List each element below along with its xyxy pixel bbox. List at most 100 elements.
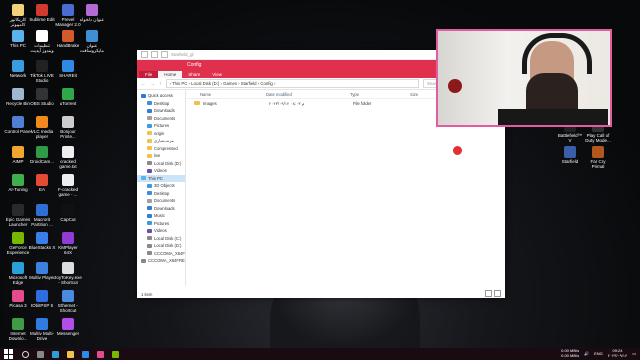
nav-item-icon <box>147 131 152 136</box>
quick-access-icon[interactable] <box>141 51 148 58</box>
desktop-icon-label: Macrorit Partition ... <box>31 217 53 227</box>
store-icon[interactable] <box>82 350 89 358</box>
details-view-icon[interactable] <box>485 290 492 297</box>
clock[interactable]: 09:24 ۲۰۲۳/۰۹/۱۶ <box>608 348 627 358</box>
app-icon <box>62 318 74 330</box>
app-icon[interactable] <box>97 350 104 358</box>
tab-view[interactable]: View <box>206 71 228 78</box>
app-icon <box>12 88 24 100</box>
nav-item-icon <box>147 221 152 226</box>
nav-item[interactable]: Documents <box>137 197 185 205</box>
nav-item-icon <box>147 146 152 151</box>
nav-item[interactable]: Desktop <box>137 100 185 108</box>
nav-item-icon <box>147 213 152 218</box>
tab-file[interactable]: File <box>139 71 159 78</box>
left-icon-28[interactable]: KMPlayer 64X <box>54 232 82 255</box>
address-bar[interactable]: › This PC › Local Disk (D:) › Games › St… <box>165 79 419 88</box>
file-explorer-icon[interactable] <box>67 350 74 358</box>
left-icon-33[interactable]: IObitPSP 5 <box>28 290 56 308</box>
nav-item[interactable]: Quick access <box>137 92 185 100</box>
left-icon-16[interactable]: Bonjour Printe... <box>54 116 82 139</box>
large-icons-view-icon[interactable] <box>494 290 501 297</box>
app-icon <box>36 30 48 42</box>
left-icon-19[interactable]: cracked game.txt <box>54 146 82 169</box>
nav-item-label: Downloads <box>154 108 175 114</box>
nav-item[interactable]: Local Disk (D:) <box>137 160 185 168</box>
nav-item-label: Local Disk (D:) <box>154 243 182 249</box>
left-icon-15[interactable]: VLC media player <box>28 116 56 139</box>
system-tray: 0.00 MB/s 0.00 MB/s 🔊 ENG 09:24 ۲۰۲۳/۰۹/… <box>561 348 636 358</box>
left-icon-37[interactable]: Messenger <box>54 318 82 336</box>
nav-item[interactable]: Compressed <box>137 145 185 153</box>
nav-item[interactable]: CCCOMA_X64FR <box>137 250 185 258</box>
left-icon-27[interactable]: BlueStacks X <box>28 232 56 250</box>
app-icon <box>62 204 74 216</box>
nav-item[interactable]: Music <box>137 212 185 220</box>
nav-item[interactable]: Desktop <box>137 190 185 198</box>
nav-item[interactable]: This PC <box>137 174 185 182</box>
app-icon <box>12 262 24 274</box>
left-icon-22[interactable]: F-cracked game - ... <box>54 174 82 197</box>
right-icon-3[interactable]: Far Cry Primal <box>584 146 612 169</box>
left-icon-7[interactable]: عنوان مایکروسافت <box>78 30 106 53</box>
nav-item[interactable]: Pictures <box>137 220 185 228</box>
col-type[interactable]: Type <box>350 92 410 97</box>
left-icon-3[interactable]: عنوان دلخواه <box>78 4 106 22</box>
search-icon[interactable] <box>22 350 29 358</box>
properties-icon[interactable] <box>151 51 158 58</box>
left-icon-18[interactable]: DroidCam... <box>28 146 56 164</box>
forward-icon[interactable]: → <box>150 81 155 87</box>
up-icon[interactable]: ↑ <box>159 81 162 87</box>
nav-item[interactable]: origin <box>137 130 185 138</box>
left-icon-13[interactable]: uTorrent <box>54 88 82 106</box>
nav-item[interactable]: Videos <box>137 227 185 235</box>
left-icon-5[interactable]: تنظیمات ویندوز آپدیت <box>28 30 56 53</box>
volume-icon[interactable]: 🔊 <box>584 351 589 356</box>
nav-item[interactable]: 3D Objects <box>137 182 185 190</box>
nav-item-icon <box>147 228 152 233</box>
desktop-icon-label: uTorrent <box>59 101 77 106</box>
app-icon <box>12 318 24 330</box>
edge-icon[interactable] <box>52 350 59 358</box>
left-icon-10[interactable]: SHAREit <box>54 60 82 78</box>
left-icon-30[interactable]: Multiv Player <box>28 262 56 280</box>
app-icon <box>62 4 74 16</box>
nav-item[interactable]: live <box>137 152 185 160</box>
notification-icon[interactable]: ▭ <box>632 351 636 356</box>
left-icon-9[interactable]: TikTok LIVE Studio <box>28 60 56 83</box>
nav-item-icon <box>147 123 152 128</box>
app-icon[interactable] <box>112 350 119 358</box>
nav-item[interactable]: Local Disk (C:) <box>137 235 185 243</box>
right-icon-2[interactable]: Starfield <box>556 146 584 164</box>
left-icon-25[interactable]: CapCut <box>54 204 82 222</box>
headphones-image <box>522 33 592 74</box>
nav-item-label: Local Disk (D:) <box>154 160 182 166</box>
back-icon[interactable]: ← <box>141 81 146 87</box>
folder-icon <box>194 100 200 106</box>
nav-item[interactable]: Videos <box>137 167 185 175</box>
col-date[interactable]: Date modified <box>266 92 350 97</box>
start-button[interactable] <box>4 349 14 359</box>
nav-item[interactable]: CCCOMA_X64FRE <box>137 257 185 265</box>
nav-item[interactable]: Downloads <box>137 205 185 213</box>
left-icon-1[interactable]: Sublime Edit <box>28 4 56 22</box>
nav-item[interactable]: Local Disk (D:) <box>137 242 185 250</box>
nav-item[interactable]: Downloads <box>137 107 185 115</box>
left-icon-31[interactable]: JoyToKey.exe - Shortcut <box>54 262 82 285</box>
left-icon-21[interactable]: EA <box>28 174 56 192</box>
nav-item-label: مرتب‌سازی <box>154 138 174 144</box>
left-icon-12[interactable]: OBS Studio <box>28 88 56 106</box>
nav-item[interactable]: مرتب‌سازی <box>137 137 185 145</box>
tab-home[interactable]: Home <box>158 71 183 78</box>
left-icon-36[interactable]: Multiv Multi-Drive <box>28 318 56 341</box>
left-icon-34[interactable]: Ethernet - Shortcut <box>54 290 82 313</box>
col-name[interactable]: Name <box>200 92 266 97</box>
new-folder-icon[interactable] <box>161 51 168 58</box>
task-view-icon[interactable] <box>37 350 44 358</box>
tab-share[interactable]: Share <box>182 71 206 78</box>
language-indicator[interactable]: ENG <box>594 351 603 356</box>
app-icon <box>62 290 74 302</box>
left-icon-24[interactable]: Macrorit Partition ... <box>28 204 56 227</box>
nav-item[interactable]: Documents <box>137 115 185 123</box>
nav-item[interactable]: Pictures <box>137 122 185 130</box>
